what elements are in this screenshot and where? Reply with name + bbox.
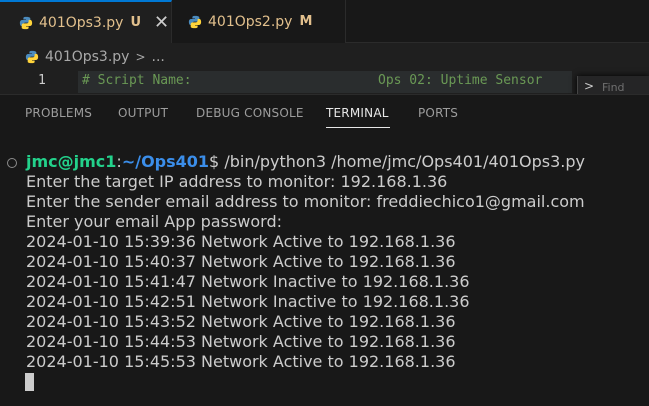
terminal-line: Enter the target IP address to monitor: …	[26, 172, 448, 191]
tab-label: 401Ops3.py	[39, 14, 124, 31]
chevron-right-icon: >	[135, 50, 146, 64]
terminal-line: 2024-01-10 15:42:51 Network Inactive to …	[26, 292, 470, 311]
tab-output[interactable]: OUTPUT	[118, 106, 168, 120]
chevron-right-icon[interactable]: >	[584, 79, 594, 93]
git-status-badge: U	[130, 15, 142, 30]
terminal-command: /bin/python3 /home/jmc/Ops401/401Ops3.py	[219, 152, 585, 171]
command-decoration-icon[interactable]	[7, 158, 17, 168]
terminal-line: 2024-01-10 15:40:37 Network Active to 19…	[26, 252, 456, 271]
close-icon[interactable]: ✕	[154, 13, 169, 31]
terminal-line: 2024-01-10 15:41:47 Network Inactive to …	[26, 272, 470, 291]
breadcrumb-symbols[interactable]: ...	[152, 49, 165, 65]
terminal-line: Enter your email App password:	[26, 212, 282, 231]
terminal-prompt-line: jmc@jmc1:~/Ops401$ /bin/python3 /home/jm…	[26, 152, 585, 172]
panel-tab-bar: PROBLEMS OUTPUT DEBUG CONSOLE TERMINAL P…	[0, 94, 649, 130]
tab-401ops3[interactable]: 401Ops3.py U ✕	[0, 0, 172, 43]
python-file-icon	[188, 15, 202, 28]
editor-tab-bar: 401Ops3.py U ✕ 401Ops2.py M	[0, 0, 649, 43]
terminal-line: Enter the sender email address to monito…	[26, 192, 585, 211]
breadcrumb-file[interactable]: 401Ops3.py	[45, 49, 129, 65]
terminal-line: 2024-01-10 15:44:53 Network Active to 19…	[26, 332, 456, 351]
line-number: 1	[38, 73, 46, 88]
python-file-icon	[25, 50, 39, 64]
find-input[interactable]: Find	[602, 81, 625, 94]
tab-401ops2[interactable]: 401Ops2.py M	[172, 0, 346, 43]
tab-ports[interactable]: PORTS	[418, 106, 458, 120]
terminal-line: 2024-01-10 15:39:36 Network Active to 19…	[26, 232, 456, 251]
breadcrumb: 401Ops3.py > ...	[0, 44, 649, 70]
python-file-icon	[19, 16, 33, 29]
tab-label: 401Ops2.py	[208, 13, 293, 30]
tab-debug-console[interactable]: DEBUG CONSOLE	[196, 106, 304, 120]
code-comment-name: # Script Name:	[82, 73, 192, 88]
tab-terminal[interactable]: TERMINAL	[326, 106, 389, 120]
active-tab-indicator	[326, 127, 390, 128]
terminal-line: 2024-01-10 15:45:53 Network Active to 19…	[26, 352, 456, 371]
tab-problems[interactable]: PROBLEMS	[25, 106, 92, 120]
prompt-path: ~/Ops401	[121, 152, 210, 171]
terminal-line: 2024-01-10 15:43:52 Network Active to 19…	[26, 312, 456, 331]
prompt-user: jmc@jmc1	[26, 152, 117, 171]
terminal-cursor	[25, 373, 34, 391]
code-editor[interactable]: 1 # Script Name: Ops 02: Uptime Sensor	[0, 70, 649, 94]
prompt-symbol: $	[209, 152, 220, 171]
code-comment-value: Ops 02: Uptime Sensor	[378, 73, 543, 88]
git-status-badge: M	[299, 14, 313, 29]
